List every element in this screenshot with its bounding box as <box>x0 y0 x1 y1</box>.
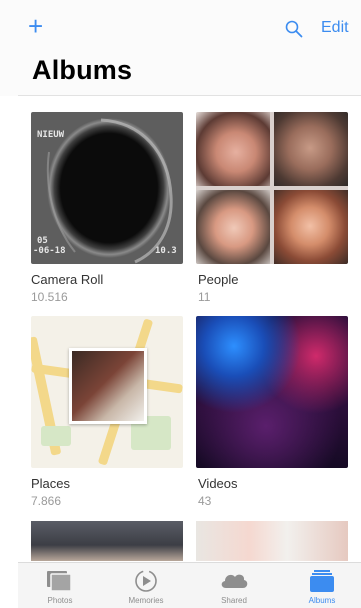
album-name: Camera Roll <box>31 272 104 287</box>
navigation-bar: + Edit Albums <box>0 0 361 96</box>
cloud-icon <box>221 574 248 588</box>
tab-label: Albums <box>308 596 336 605</box>
album-count: 43 <box>198 494 212 508</box>
album-name: Videos <box>198 476 238 491</box>
divider <box>18 95 361 96</box>
album-count: 11 <box>198 290 211 304</box>
face-photo <box>196 190 270 264</box>
albums-icon <box>310 570 334 592</box>
search-icon[interactable] <box>285 20 303 38</box>
map-park <box>41 426 71 446</box>
tab-label: Photos <box>47 596 73 605</box>
album-thumbnail[interactable] <box>31 316 183 468</box>
tab-albums[interactable]: Albums <box>288 563 356 608</box>
tab-shared[interactable]: Shared <box>200 563 268 608</box>
tab-memories[interactable]: Memories <box>112 563 180 608</box>
album-name: Places <box>31 476 71 491</box>
tab-label: Memories <box>128 596 164 605</box>
tab-label: Shared <box>221 596 247 605</box>
album-count: 10.516 <box>31 290 68 304</box>
album-thumbnail-partial[interactable] <box>196 521 348 561</box>
memories-icon <box>135 570 157 592</box>
tab-bar: Photos Memories Shared Albums <box>18 562 361 608</box>
tube-edge <box>46 118 173 264</box>
album-thumbnail[interactable] <box>196 316 348 468</box>
album-count: 7.866 <box>31 494 62 508</box>
edit-button[interactable]: Edit <box>321 19 349 37</box>
face-photo <box>274 190 348 264</box>
album-name: People <box>198 272 239 287</box>
page-title: Albums <box>32 55 133 85</box>
album-thumbnail-partial[interactable] <box>31 521 183 561</box>
photos-icon <box>47 571 72 592</box>
album-thumbnail[interactable] <box>196 112 348 264</box>
tab-photos[interactable]: Photos <box>26 563 94 608</box>
album-thumbnail[interactable]: NIEUW 05 -06-18 10.3 <box>31 112 183 264</box>
face-photo <box>196 112 270 186</box>
add-album-button[interactable]: + <box>28 13 43 39</box>
place-photo <box>69 348 147 424</box>
face-photo <box>274 112 348 186</box>
